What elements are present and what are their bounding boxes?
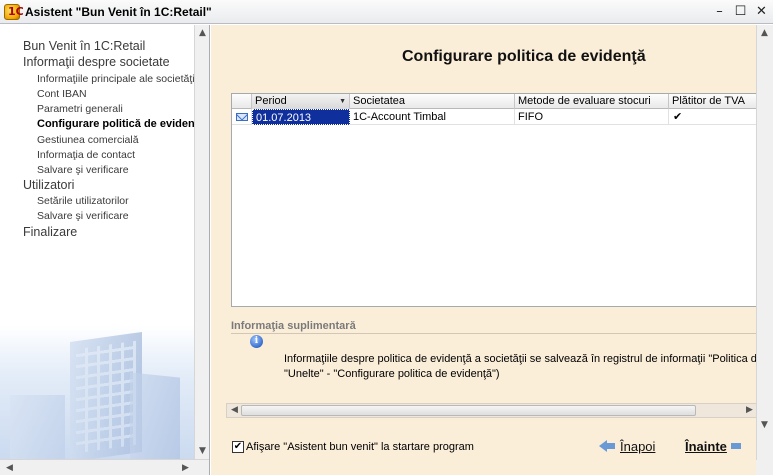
sidebar-item-commercial[interactable]: Gestiunea comercială	[37, 134, 139, 146]
extra-info-line: Informaţiile despre politica de evidenţă…	[284, 353, 773, 365]
scroll-right-icon[interactable]: ▶	[742, 403, 757, 417]
next-button-label: Înainte	[685, 438, 727, 454]
scroll-left-icon[interactable]: ◀	[2, 460, 17, 475]
sort-down-icon: ▼	[339, 98, 346, 105]
sidebar-vertical-scrollbar[interactable]: ▲ ▼	[194, 25, 209, 460]
arrow-left-icon	[599, 440, 615, 452]
column-header-stock-method[interactable]: Metode de evaluare stocuri	[515, 94, 669, 109]
sidebar-horizontal-scrollbar[interactable]: ◀ ▶	[0, 459, 209, 475]
scrollbar-thumb[interactable]	[241, 405, 696, 416]
scroll-up-icon[interactable]: ▲	[757, 25, 772, 41]
scroll-down-icon[interactable]: ▼	[757, 417, 772, 433]
sidebar-item-welcome[interactable]: Bun Venit în 1C:Retail	[23, 39, 145, 53]
table-header: Period ▼ Societatea Metode de evaluare s…	[232, 94, 756, 109]
maximize-icon[interactable]: ☐	[732, 3, 749, 20]
extra-info-header: Informaţia suplimentară	[231, 320, 356, 332]
cell-company[interactable]: 1C-Account Timbal	[350, 109, 515, 125]
close-icon[interactable]: ✕	[753, 3, 770, 20]
sidebar-item-users[interactable]: Utilizatori	[23, 178, 74, 192]
cell-vat-payer-check[interactable]: ✔	[669, 109, 756, 125]
back-button[interactable]: Înapoi	[599, 437, 655, 455]
header-icon-column	[232, 94, 252, 109]
cell-stock-method[interactable]: FIFO	[515, 109, 669, 125]
scroll-right-icon[interactable]: ▶	[178, 460, 193, 475]
info-icon: i	[250, 335, 263, 348]
sidebar-item-save-verify-company[interactable]: Salvare şi verificare	[37, 164, 129, 176]
main-vertical-scrollbar[interactable]: ▲ ▼	[756, 25, 773, 460]
main-panel: Configurare politica de evidenţă Period …	[211, 25, 773, 475]
sidebar-item-contact-info[interactable]: Informaţia de contact	[37, 149, 135, 161]
sidebar-item-iban[interactable]: Cont IBAN	[37, 88, 87, 100]
row-record-cell	[232, 109, 252, 125]
building-illustration	[0, 325, 206, 475]
back-button-label: Înapoi	[620, 438, 656, 454]
app-logo-icon: 1C	[4, 4, 24, 20]
next-button[interactable]: Înainte	[685, 437, 741, 455]
startup-checkbox-label[interactable]: Afişare "Asistent bun venit" la startare…	[246, 441, 474, 453]
sidebar-item-general-params[interactable]: Parametri generali	[37, 103, 123, 115]
table-row[interactable]: 01.07.2013 1C-Account Timbal FIFO ✔	[232, 109, 756, 125]
cell-period[interactable]: 01.07.2013	[252, 109, 350, 125]
scrollbar-corner	[756, 460, 773, 475]
extra-info-line: "Unelte" - "Configurare politica de evid…	[284, 368, 500, 380]
scroll-up-icon[interactable]: ▲	[195, 25, 209, 41]
arrow-right-icon	[730, 443, 741, 449]
window-title: Asistent "Bun Venit în 1C:Retail"	[25, 5, 212, 19]
column-header-period[interactable]: Period ▼	[252, 94, 350, 109]
info-horizontal-scrollbar[interactable]: ◀ ▶	[226, 403, 759, 418]
startup-checkbox[interactable]: ✔	[232, 441, 244, 453]
scroll-left-icon[interactable]: ◀	[227, 403, 242, 417]
divider	[231, 333, 757, 334]
sidebar-item-company-info[interactable]: Informaţii despre societate	[23, 55, 170, 69]
sidebar-item-finish[interactable]: Finalizare	[23, 225, 77, 239]
page-title: Configurare politica de evidenţă	[402, 48, 646, 65]
column-header-vat-payer[interactable]: Plătitor de TVA	[669, 94, 756, 109]
sidebar-item-accounting-policy[interactable]: Configurare politică de evidenţă	[37, 118, 204, 130]
scroll-down-icon[interactable]: ▼	[195, 443, 209, 459]
title-bar: 1C Asistent "Bun Venit în 1C:Retail" – ☐…	[0, 0, 773, 24]
sidebar-item-user-settings[interactable]: Setările utilizatorilor	[37, 195, 129, 207]
column-header-company[interactable]: Societatea	[350, 94, 515, 109]
sidebar: Bun Venit în 1C:Retail Informaţii despre…	[0, 25, 210, 475]
record-icon	[236, 113, 248, 121]
sidebar-item-company-main-info[interactable]: Informaţiile principale ale societăţii	[37, 73, 197, 85]
extra-info-text: Informaţiile despre politica de evidenţă…	[284, 352, 773, 382]
column-header-label: Period	[255, 95, 287, 107]
minimize-icon[interactable]: –	[711, 3, 728, 20]
policy-table[interactable]: Period ▼ Societatea Metode de evaluare s…	[231, 93, 757, 307]
sidebar-item-save-verify-users[interactable]: Salvare şi verificare	[37, 210, 129, 222]
